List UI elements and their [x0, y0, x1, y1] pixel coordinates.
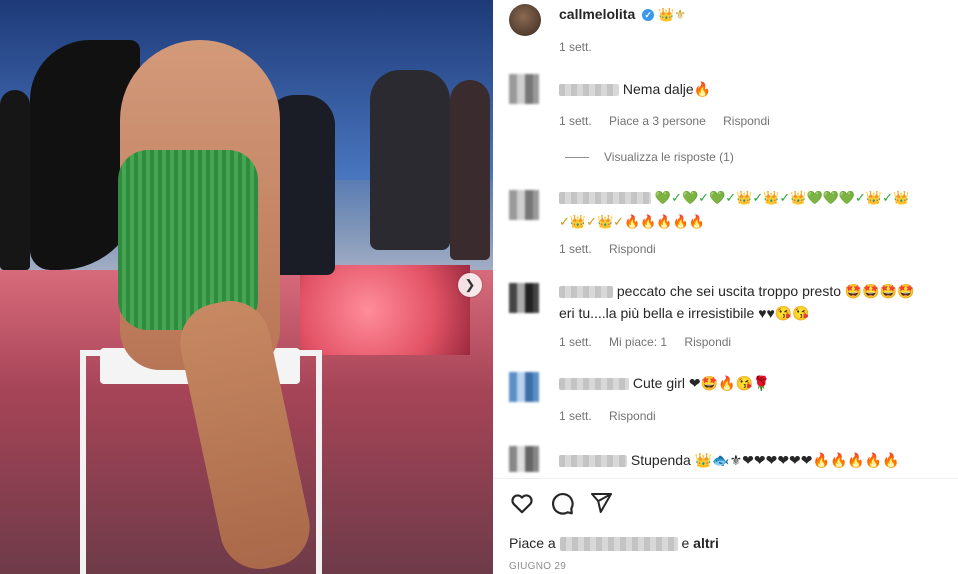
commenter-avatar[interactable]: [509, 283, 539, 313]
blurred-username[interactable]: [559, 537, 678, 552]
comment-likes-link[interactable]: Mi piace: 1: [609, 335, 667, 349]
blurred-username[interactable]: [559, 286, 613, 299]
post-time: 1 sett.: [559, 40, 592, 54]
post-photo: ❯: [0, 0, 493, 574]
likes-prefix: Piace a: [509, 535, 556, 551]
comment-meta: 1 sett. Mi piace: 1 Rispondi: [559, 335, 745, 349]
replies-divider: [565, 157, 589, 158]
post-author-avatar[interactable]: [509, 4, 541, 36]
comments-panel: callmelolita ✓ 👑⚜ 1 sett. Nema dalje🔥 1 …: [493, 0, 958, 574]
comment: Stupenda 👑🐟⚜❤❤❤❤❤❤🔥🔥🔥🔥🔥: [559, 449, 954, 471]
comment-text: Cute girl ❤🤩🔥😘🌹: [632, 375, 771, 391]
reply-button[interactable]: Rispondi: [723, 114, 770, 128]
stage-screen: [300, 265, 470, 355]
comment-icon[interactable]: [549, 490, 575, 516]
comment-time: 1 sett.: [559, 114, 592, 128]
comment-text: Nema dalje🔥: [622, 81, 712, 97]
comment: Nema dalje🔥: [559, 78, 711, 100]
likes-summary: Piace a e altri: [509, 535, 719, 552]
comment: peccato che sei uscita troppo presto 🤩🤩🤩…: [559, 280, 954, 324]
commenter-avatar[interactable]: [509, 446, 539, 472]
comment-text: peccato che sei uscita troppo presto 🤩🤩🤩…: [616, 283, 915, 299]
comment-time: 1 sett.: [559, 335, 592, 349]
reply-button[interactable]: Rispondi: [609, 242, 656, 256]
blurred-username[interactable]: [559, 455, 627, 468]
comment-text: Stupenda 👑🐟⚜❤❤❤❤❤❤🔥🔥🔥🔥🔥: [630, 452, 900, 468]
post-author-username[interactable]: callmelolita: [559, 6, 635, 22]
blurred-username[interactable]: [559, 84, 619, 97]
chevron-right-icon: ❯: [464, 277, 476, 292]
heart-icon[interactable]: [509, 490, 535, 516]
post-date: GIUGNO 29: [509, 561, 567, 572]
commenter-avatar[interactable]: [509, 190, 539, 220]
comment-meta: 1 sett. Rispondi: [559, 409, 670, 423]
likes-and: e: [681, 535, 690, 551]
comment-text-continued: ✓👑✓👑✓🔥🔥🔥🔥🔥: [559, 215, 705, 230]
section-divider: [493, 478, 958, 479]
comment: Cute girl ❤🤩🔥😘🌹: [559, 372, 770, 394]
blurred-username[interactable]: [559, 378, 629, 391]
comment: 💚✓💚✓💚✓👑✓👑✓👑💚💚💚✓👑✓👑 ✓👑✓👑✓🔥🔥🔥🔥🔥: [559, 186, 949, 234]
comment-meta: 1 sett. Piace a 3 persone Rispondi: [559, 114, 784, 128]
comment-meta: 1 sett. Rispondi: [559, 242, 670, 256]
comment-text: 💚✓💚✓💚✓👑✓👑✓👑💚💚💚✓👑✓👑: [654, 191, 910, 206]
view-replies-button[interactable]: Visualizza le risposte (1): [604, 150, 734, 164]
commenter-avatar[interactable]: [509, 74, 539, 104]
share-icon[interactable]: [589, 491, 613, 515]
audience-person: [0, 90, 30, 270]
likes-others-link[interactable]: altri: [693, 535, 719, 551]
reply-button[interactable]: Rispondi: [609, 409, 656, 423]
reply-button[interactable]: Rispondi: [684, 335, 731, 349]
post-author-row: callmelolita ✓ 👑⚜: [559, 6, 686, 23]
comment-time: 1 sett.: [559, 409, 592, 423]
comment-time: 1 sett.: [559, 242, 592, 256]
comment-text-continued: eri tu....la più bella e irresistibile ♥…: [559, 305, 810, 321]
commenter-avatar[interactable]: [509, 372, 539, 402]
next-photo-button[interactable]: ❯: [458, 273, 482, 297]
audience-person: [370, 70, 450, 250]
verified-check-icon: ✓: [642, 9, 655, 22]
blurred-username[interactable]: [559, 192, 651, 205]
username-emojis: 👑⚜: [658, 8, 686, 23]
comment-likes-link[interactable]: Piace a 3 persone: [609, 114, 706, 128]
audience-person: [450, 80, 490, 260]
